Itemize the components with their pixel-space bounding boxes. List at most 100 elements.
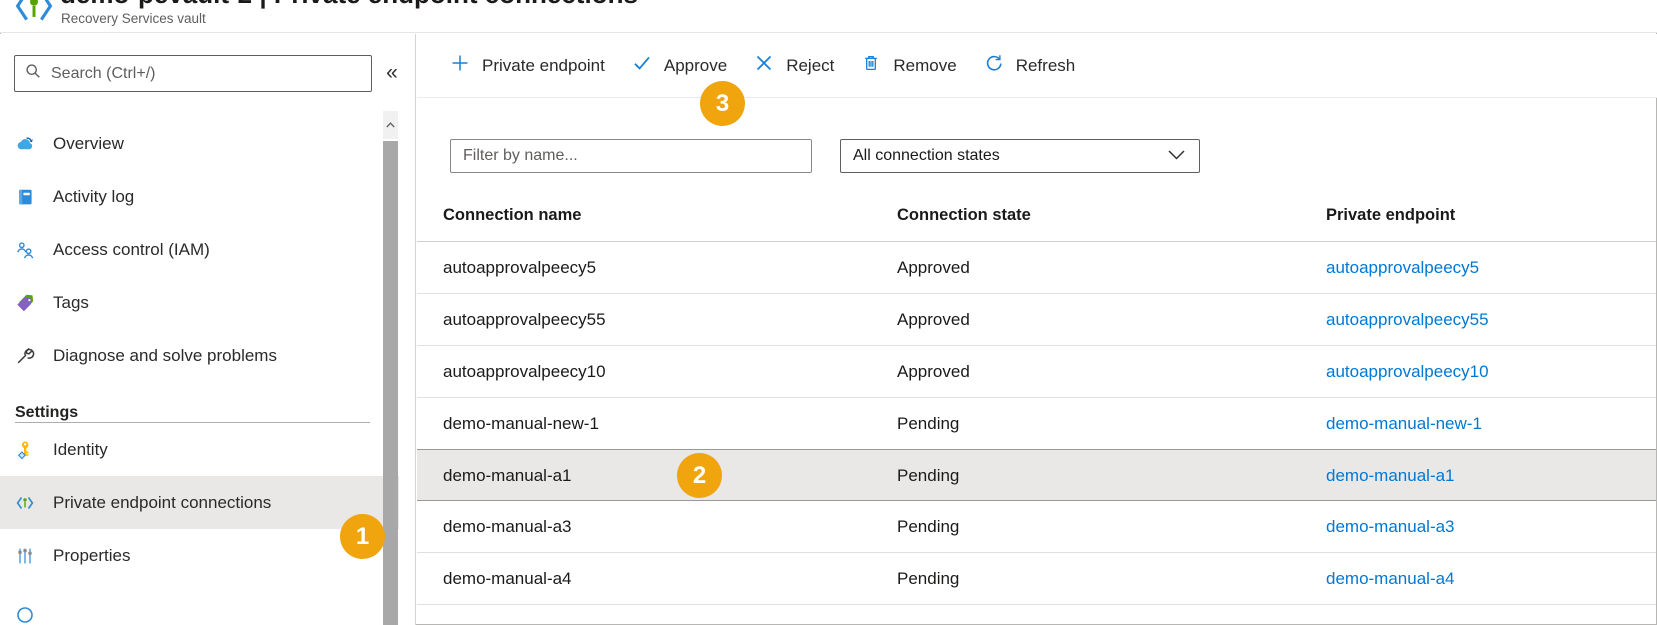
recovery-services-vault-icon bbox=[13, 0, 55, 32]
step-1-callout-badge: 1 bbox=[340, 514, 385, 559]
locks-icon bbox=[15, 599, 35, 623]
sidebar-search-box[interactable] bbox=[14, 55, 372, 92]
table-row[interactable]: demo-manual-new-1 Pending demo-manual-ne… bbox=[417, 398, 1656, 450]
dropdown-value: All connection states bbox=[853, 147, 1000, 164]
scrollbar-thumb[interactable] bbox=[383, 141, 398, 625]
column-header-connection-state: Connection state bbox=[897, 206, 1031, 224]
sidebar-item-diagnose[interactable]: Diagnose and solve problems bbox=[0, 329, 399, 382]
private-endpoint-cell: demo-manual-new-1 bbox=[1300, 398, 1656, 449]
trash-icon bbox=[861, 53, 881, 78]
sidebar-item-activity-log[interactable]: Activity log bbox=[0, 170, 399, 223]
azure-portal-page: demo-pevault-2 | Private endpoint connec… bbox=[0, 0, 1657, 625]
connection-name-cell: demo-manual-a3 bbox=[443, 517, 572, 536]
tags-icon bbox=[15, 293, 35, 313]
sidebar-item-label: Private endpoint connections bbox=[53, 492, 272, 512]
connection-name-cell: autoapprovalpeecy55 bbox=[443, 310, 606, 329]
toolbar-label: Remove bbox=[893, 55, 957, 75]
step-3-callout-badge: 3 bbox=[700, 81, 745, 126]
column-header-private-endpoint: Private endpoint bbox=[1326, 206, 1456, 224]
private-endpoint-cell: demo-manual-a4 bbox=[1300, 553, 1656, 604]
private-endpoint-link[interactable]: autoapprovalpeecy55 bbox=[1326, 310, 1489, 329]
private-endpoint-icon bbox=[15, 493, 35, 513]
reject-button[interactable]: Reject bbox=[754, 53, 834, 78]
toolbar-label: Approve bbox=[663, 55, 728, 75]
filter-by-name-input[interactable] bbox=[450, 139, 812, 173]
search-input[interactable] bbox=[51, 64, 341, 83]
toolbar-label: Private endpoint bbox=[482, 55, 605, 75]
chevron-down-icon bbox=[1168, 147, 1185, 165]
connection-state-cell: Pending bbox=[897, 414, 960, 433]
connection-state-cell: Pending bbox=[897, 466, 960, 485]
connection-name-cell: demo-manual-a4 bbox=[443, 569, 572, 588]
sidebar-item-label: Identity bbox=[53, 439, 108, 459]
connection-name-cell: autoapprovalpeecy10 bbox=[443, 362, 606, 381]
sidebar-item-private-endpoint-connections[interactable]: Private endpoint connections bbox=[0, 476, 399, 529]
command-bar: Private endpoint Approve Reject Remove R… bbox=[417, 34, 1657, 97]
collapse-sidebar-icon[interactable]: « bbox=[379, 60, 405, 88]
connection-state-dropdown[interactable]: All connection states bbox=[840, 139, 1200, 173]
refresh-button[interactable]: Refresh bbox=[984, 53, 1076, 78]
table-row[interactable]: autoapprovalpeecy55 Approved autoapprova… bbox=[417, 294, 1656, 346]
private-endpoint-button[interactable]: Private endpoint bbox=[450, 53, 605, 78]
column-header-connection-name: Connection name bbox=[443, 206, 582, 224]
connection-state-cell: Approved bbox=[897, 258, 970, 277]
private-endpoint-link[interactable]: demo-manual-a1 bbox=[1326, 466, 1455, 485]
sidebar-item-label: Properties bbox=[53, 545, 131, 565]
toolbar-label: Reject bbox=[786, 55, 835, 75]
sidebar-item-label: Diagnose and solve problems bbox=[53, 345, 277, 365]
connection-state-cell: Pending bbox=[897, 569, 960, 588]
page-subtitle: Recovery Services vault bbox=[61, 11, 206, 26]
approve-button[interactable]: Approve bbox=[632, 53, 727, 78]
private-endpoint-link[interactable]: autoapprovalpeecy10 bbox=[1326, 362, 1489, 381]
table-header-row: Connection name Connection state Private… bbox=[417, 190, 1656, 242]
overview-cloud-icon bbox=[15, 134, 35, 154]
toolbar-label: Refresh bbox=[1015, 55, 1076, 75]
plus-icon bbox=[450, 53, 470, 78]
sidebar-item-label: Overview bbox=[53, 133, 124, 153]
sidebar-item-label: Tags bbox=[53, 292, 89, 312]
page-title: demo-pevault-2 | Private endpoint connec… bbox=[60, 0, 638, 7]
connection-state-cell: Pending bbox=[897, 517, 960, 536]
private-endpoint-cell: autoapprovalpeecy10 bbox=[1300, 346, 1656, 397]
check-icon bbox=[632, 53, 652, 78]
private-endpoint-cell: autoapprovalpeecy5 bbox=[1300, 242, 1656, 293]
table-row[interactable]: autoapprovalpeecy10 Approved autoapprova… bbox=[417, 346, 1656, 398]
sidebar-item-tags[interactable]: Tags bbox=[0, 276, 399, 329]
connection-state-cell: Approved bbox=[897, 362, 970, 381]
private-endpoint-cell: autoapprovalpeecy55 bbox=[1300, 294, 1656, 345]
table-row-selected[interactable]: demo-manual-a1 Pending demo-manual-a1 bbox=[417, 449, 1656, 501]
sidebar-item-label: Access control (IAM) bbox=[53, 239, 210, 259]
private-endpoint-link[interactable]: demo-manual-a3 bbox=[1326, 517, 1455, 536]
sidebar-scrollbar[interactable] bbox=[383, 111, 398, 625]
scrollbar-up-icon[interactable] bbox=[383, 111, 398, 139]
search-icon bbox=[25, 63, 41, 84]
refresh-icon bbox=[984, 53, 1004, 78]
identity-key-icon bbox=[15, 440, 35, 460]
table-row[interactable]: demo-manual-a4 Pending demo-manual-a4 bbox=[417, 553, 1656, 605]
sidebar-item-identity[interactable]: Identity bbox=[0, 423, 399, 476]
private-endpoint-link[interactable]: autoapprovalpeecy5 bbox=[1326, 258, 1479, 277]
connection-name-cell: demo-manual-a1 bbox=[443, 466, 572, 485]
table-row[interactable]: autoapprovalpeecy5 Approved autoapproval… bbox=[417, 242, 1656, 294]
private-endpoint-link[interactable]: demo-manual-a4 bbox=[1326, 569, 1455, 588]
private-endpoint-cell: demo-manual-a3 bbox=[1300, 501, 1656, 552]
x-icon bbox=[754, 53, 774, 78]
activity-log-icon bbox=[15, 187, 35, 207]
diagnose-wrench-icon bbox=[15, 346, 35, 366]
sidebar-item-label: Activity log bbox=[53, 186, 135, 206]
sidebar-item-overview[interactable]: Overview bbox=[0, 117, 399, 170]
step-2-callout-badge: 2 bbox=[677, 453, 722, 498]
sidebar-item-partial[interactable] bbox=[0, 582, 399, 625]
connection-name-cell: autoapprovalpeecy5 bbox=[443, 258, 597, 277]
table-row[interactable]: demo-manual-a3 Pending demo-manual-a3 bbox=[417, 501, 1656, 553]
connection-state-cell: Approved bbox=[897, 310, 970, 329]
private-endpoint-link[interactable]: demo-manual-new-1 bbox=[1326, 414, 1482, 433]
page-header: demo-pevault-2 | Private endpoint connec… bbox=[0, 0, 1657, 33]
toolbar-divider bbox=[417, 97, 1657, 98]
sidebar-item-access-control[interactable]: Access control (IAM) bbox=[0, 223, 399, 276]
properties-sliders-icon bbox=[15, 546, 35, 566]
connections-table: Connection name Connection state Private… bbox=[417, 190, 1656, 605]
private-endpoint-cell: demo-manual-a1 bbox=[1300, 450, 1656, 500]
access-control-icon bbox=[15, 240, 35, 260]
remove-button[interactable]: Remove bbox=[861, 53, 957, 78]
